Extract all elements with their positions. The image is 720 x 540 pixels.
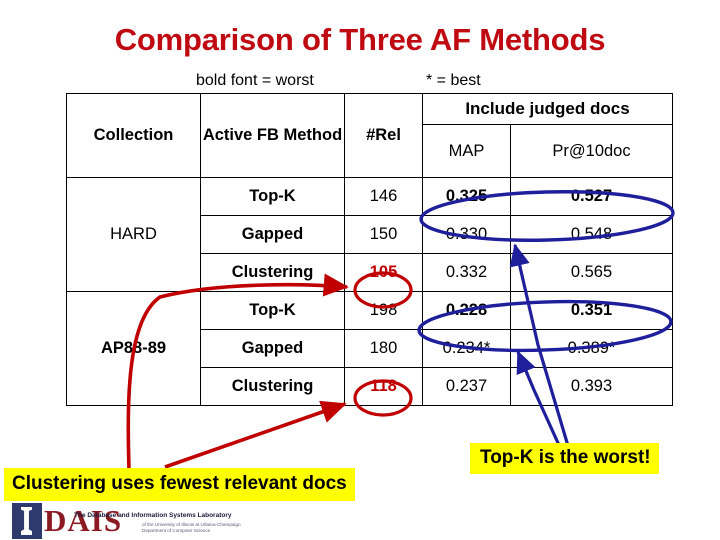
pr10-cell: 0.393 [509,367,674,406]
pr10-cell: 0.527 [509,177,674,216]
table-group-header-row: Collection Active FB Method #Rel Include… [66,93,674,178]
nrel-value-highlighted: 118 [370,377,397,396]
map-value: 0.237 [445,377,488,396]
method-cell: Top-K [200,291,345,330]
method-label: Gapped [241,225,304,244]
legend: bold font = worst * = best [66,72,672,92]
method-cell: Top-K [200,177,345,216]
nrel-cell: 105 [344,253,423,292]
red-arrow-to-nrel-118 [164,400,347,469]
method-label: Clustering [231,263,314,282]
map-value: 0.234* [442,339,491,358]
nrel-value-highlighted: 105 [369,263,398,282]
legend-worst-note: bold font = worst [196,72,314,89]
method-label: Gapped [241,339,304,358]
map-value: 0.332 [445,263,488,282]
header-cell-nrel: #Rel [344,93,423,178]
map-value: 0.228 [445,301,488,320]
header-cell-group-include-judged: Include judged docs [421,93,674,125]
pr10-value: 0.351 [570,301,613,320]
dais-subtagline: of the University of Illinois at Urbana-… [142,522,241,534]
map-cell: 0.330 [422,215,511,254]
table-row: AP88-89 Top-K 198 0.228 0.351 [66,291,674,406]
nrel-cell: 180 [344,329,423,368]
pr10-cell: 0.565 [509,253,674,292]
method-cell: Gapped [200,329,345,368]
dais-subtagline-line2: Department of Computer Science [142,528,211,534]
pr10-value: 0.548 [570,225,613,244]
map-cell: 0.325 [422,177,511,216]
nrel-cell: 150 [344,215,423,254]
map-cell: 0.237 [422,367,511,406]
table-row: HARD Top-K 146 0.325 0.527 [66,177,674,292]
header-label-nrel: #Rel [366,126,401,145]
page-title: Comparison of Three AF Methods [114,22,606,57]
pr10-value: 0.565 [570,263,613,282]
dais-wordmark: DAIS [44,503,123,538]
nrel-value: 146 [369,187,398,206]
header-label-map: MAP [448,141,485,160]
dais-logo: DAIS The Database and Information System… [12,503,241,539]
map-value: 0.330 [445,225,488,244]
header-label-method: Active FB Method [202,126,343,145]
nrel-value: 198 [369,301,398,320]
header-cell-collection: Collection [66,93,201,178]
nrel-value: 150 [369,225,398,244]
map-cell: 0.228 [422,291,511,330]
pillar-glyph [21,507,32,535]
method-label: Clustering [231,377,314,396]
header-cell-map: MAP [422,124,511,178]
pr10-value: 0.527 [570,187,613,206]
collection-cell-hard: HARD [66,177,201,292]
pr10-cell: 0.389* [509,329,674,368]
map-cell: 0.234* [422,329,511,368]
header-label-include-judged-docs: Include judged docs [465,99,630,119]
pr10-cell: 0.351 [509,291,674,330]
method-label: Top-K [249,187,296,206]
nrel-cell: 198 [344,291,423,330]
method-cell: Gapped [200,215,345,254]
pr10-value: 0.393 [570,377,613,396]
method-label: Top-K [249,301,296,320]
header-cell-method: Active FB Method [200,93,345,178]
results-table: Collection Active FB Method #Rel Include… [66,93,674,406]
callout-topk-is-worst: Top-K is the worst! [470,443,659,474]
nrel-value: 180 [369,339,398,358]
pillar-icon [12,503,42,539]
callout-clustering-fewest-docs: Clustering uses fewest relevant docs [4,468,355,501]
map-value: 0.325 [445,187,488,206]
map-cell: 0.332 [422,253,511,292]
nrel-cell: 146 [344,177,423,216]
method-cell: Clustering [200,367,345,406]
collection-cell-ap8889: AP88-89 [66,291,201,406]
dais-tagline: The Database and Information Systems Lab… [74,512,232,519]
method-cell: Clustering [200,253,345,292]
collection-label: AP88-89 [100,339,167,358]
legend-best-note: * = best [426,72,481,89]
pr10-cell: 0.548 [509,215,674,254]
header-label-collection: Collection [93,126,174,145]
collection-label: HARD [110,225,157,244]
header-cell-pr10doc: Pr@10doc [509,124,674,178]
nrel-cell: 118 [344,367,423,406]
header-label-pr10doc: Pr@10doc [552,141,631,160]
pr10-value: 0.389* [567,339,616,358]
